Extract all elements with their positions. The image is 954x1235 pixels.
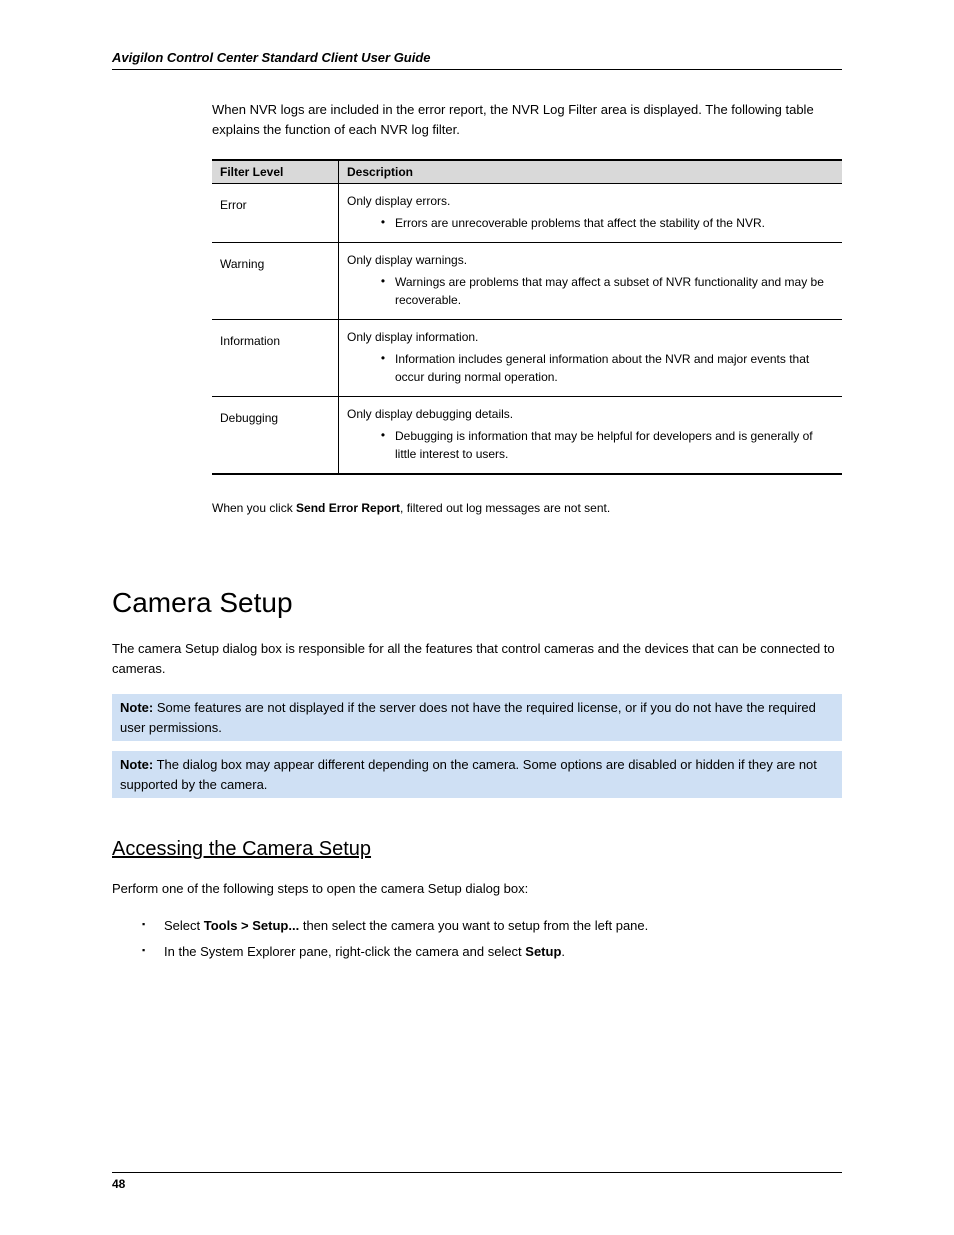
level-cell: Information [212, 320, 339, 397]
note-box-1: Note: Some features are not displayed if… [112, 694, 842, 741]
note-prefix: When you click [212, 501, 296, 515]
li-bold: Setup [525, 944, 561, 959]
bullet-text: Information includes general information… [395, 350, 834, 386]
post-table-note: When you click Send Error Report, filter… [212, 499, 842, 517]
bullet-icon: • [347, 427, 395, 444]
desc-cell: Only display information. • Information … [339, 320, 843, 397]
level-cell: Warning [212, 243, 339, 320]
table-row: Error Only display errors. • Errors are … [212, 184, 842, 243]
level-cell: Debugging [212, 397, 339, 475]
section-paragraph: The camera Setup dialog box is responsib… [112, 639, 842, 678]
running-header: Avigilon Control Center Standard Client … [112, 50, 842, 70]
page-number: 48 [112, 1177, 125, 1191]
bullet-text: Debugging is information that may be hel… [395, 427, 834, 463]
bullet-icon: • [347, 350, 395, 367]
bullet-icon: • [347, 273, 395, 290]
note-body: The dialog box may appear different depe… [120, 757, 817, 792]
desc-text: Only display warnings. [347, 253, 834, 267]
access-steps-list: Select Tools > Setup... then select the … [142, 915, 842, 963]
li-bold: Tools > Setup... [204, 918, 299, 933]
list-item: In the System Explorer pane, right-click… [142, 941, 842, 963]
page-footer: 48 [112, 1172, 842, 1191]
note-box-2: Note: The dialog box may appear differen… [112, 751, 842, 798]
note-bold: Send Error Report [296, 501, 400, 515]
note-suffix: , filtered out log messages are not sent… [400, 501, 610, 515]
desc-cell: Only display warnings. • Warnings are pr… [339, 243, 843, 320]
sub-heading-accessing: Accessing the Camera Setup [112, 838, 842, 861]
intro-paragraph: When NVR logs are included in the error … [212, 100, 842, 139]
table-row: Debugging Only display debugging details… [212, 397, 842, 475]
bullet-text: Errors are unrecoverable problems that a… [395, 214, 834, 232]
li-suffix: . [561, 944, 565, 959]
section-heading-camera-setup: Camera Setup [112, 587, 842, 619]
li-prefix: Select [164, 918, 204, 933]
note-label: Note: [120, 700, 153, 715]
table-header-level: Filter Level [212, 160, 339, 184]
access-intro: Perform one of the following steps to op… [112, 879, 842, 899]
desc-text: Only display debugging details. [347, 407, 834, 421]
desc-text: Only display information. [347, 330, 834, 344]
table-header-desc: Description [339, 160, 843, 184]
bullet-text: Warnings are problems that may affect a … [395, 273, 834, 309]
desc-cell: Only display errors. • Errors are unreco… [339, 184, 843, 243]
bullet-icon: • [347, 214, 395, 231]
note-label: Note: [120, 757, 153, 772]
log-filter-table: Filter Level Description Error Only disp… [212, 159, 842, 475]
desc-cell: Only display debugging details. • Debugg… [339, 397, 843, 475]
note-body: Some features are not displayed if the s… [120, 700, 816, 735]
list-item: Select Tools > Setup... then select the … [142, 915, 842, 937]
level-cell: Error [212, 184, 339, 243]
li-prefix: In the System Explorer pane, right-click… [164, 944, 525, 959]
desc-text: Only display errors. [347, 194, 834, 208]
li-suffix: then select the camera you want to setup… [299, 918, 648, 933]
table-row: Information Only display information. • … [212, 320, 842, 397]
table-row: Warning Only display warnings. • Warning… [212, 243, 842, 320]
